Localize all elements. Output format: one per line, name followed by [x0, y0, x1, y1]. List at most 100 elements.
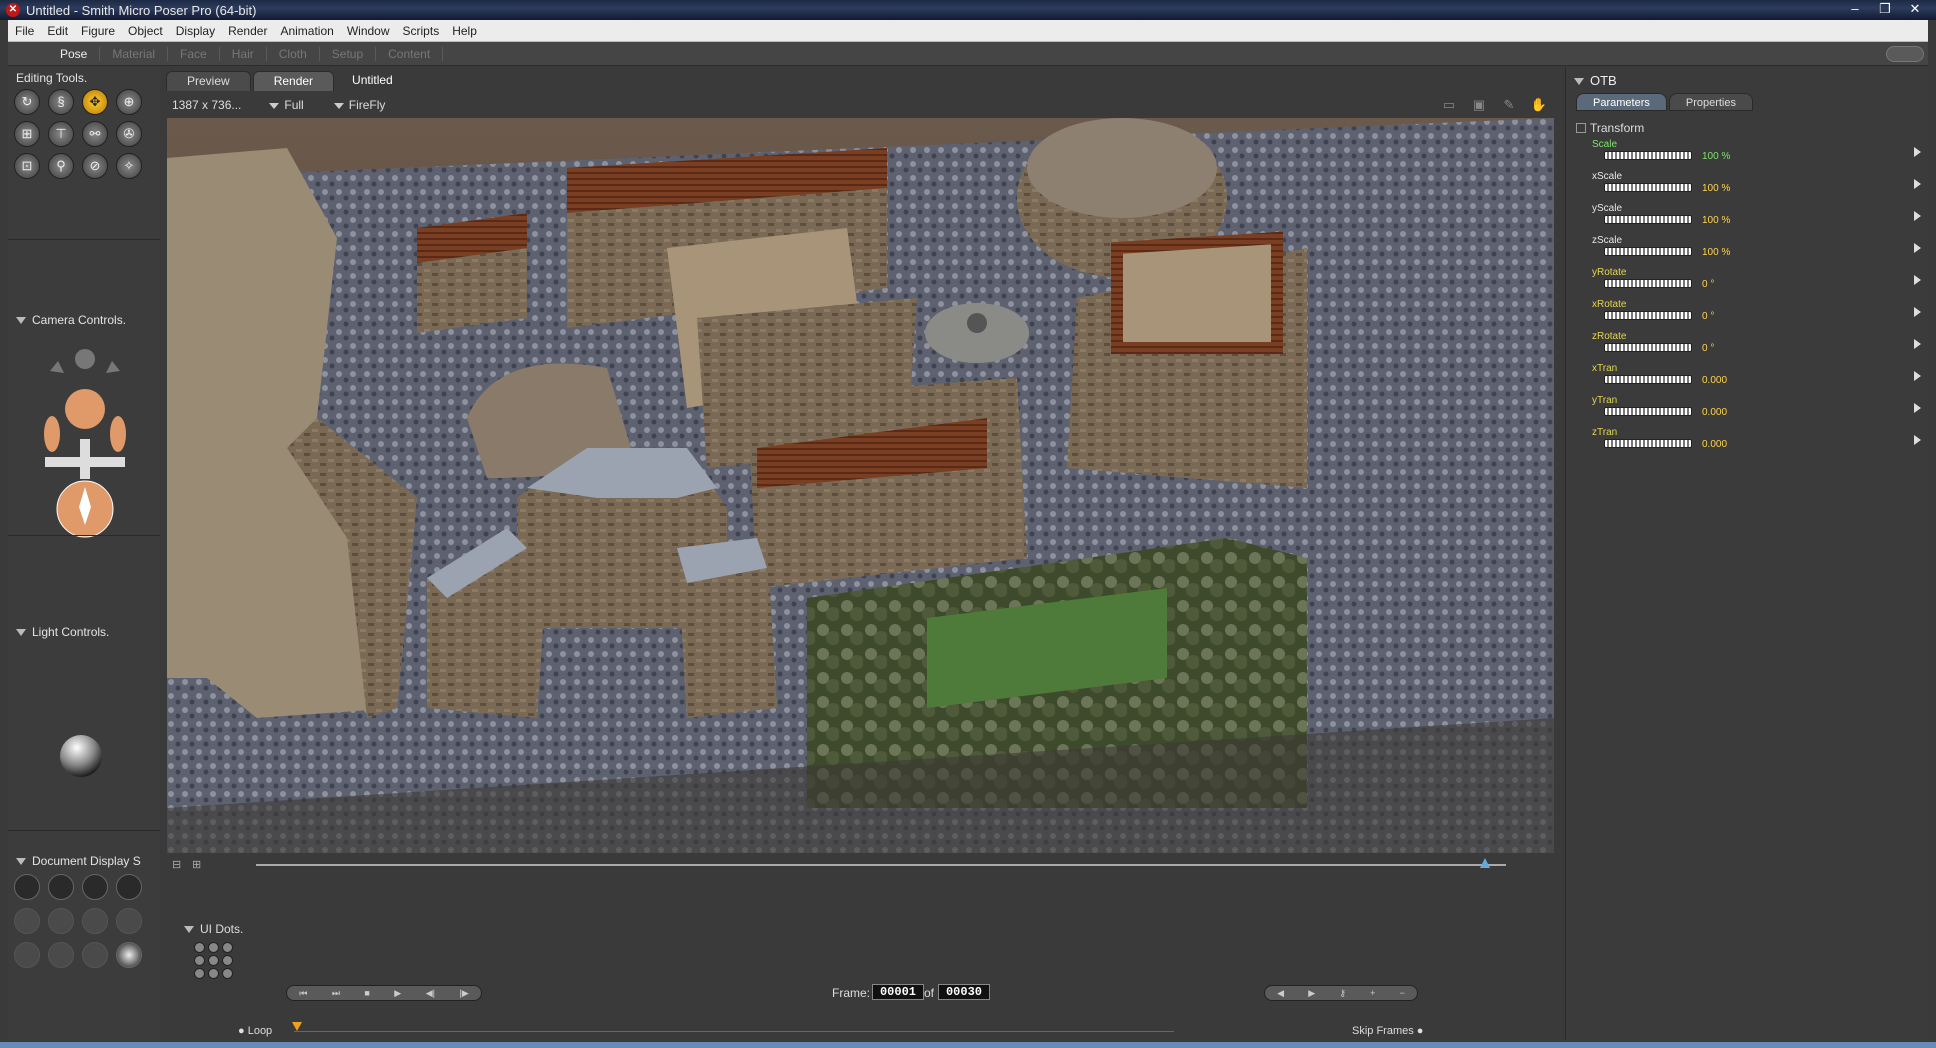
stop-icon[interactable]: ■ — [364, 988, 369, 998]
camera-controls-heading[interactable]: Camera Controls. — [16, 313, 126, 327]
ui-dot[interactable] — [222, 968, 233, 979]
view-magnifier-icon[interactable]: ⚲ — [48, 153, 74, 179]
ui-dots-heading[interactable]: UI Dots. — [184, 922, 243, 936]
flat-lined-style-icon[interactable] — [82, 908, 108, 934]
next-frame-icon[interactable]: |▶ — [459, 988, 468, 999]
param-menu-arrow-icon[interactable] — [1914, 339, 1921, 349]
transform-group[interactable]: Transform — [1576, 121, 1644, 135]
add-key-icon[interactable]: + — [1370, 988, 1375, 998]
tab-properties[interactable]: Properties — [1668, 93, 1753, 111]
light-sphere-icon[interactable] — [60, 735, 102, 777]
room-tab-hair[interactable]: Hair — [220, 46, 267, 61]
tab-render[interactable]: Render — [252, 71, 335, 91]
param-value[interactable]: 100 % — [1702, 247, 1730, 258]
param-value[interactable]: 100 % — [1702, 151, 1730, 162]
room-tab-face[interactable]: Face — [168, 46, 220, 61]
ui-dot[interactable] — [208, 942, 219, 953]
menu-animation[interactable]: Animation — [280, 24, 333, 38]
param-value[interactable]: 0.000 — [1702, 375, 1727, 386]
room-tab-material[interactable]: Material — [100, 46, 169, 61]
param-dial[interactable] — [1604, 311, 1692, 320]
param-value[interactable]: 0 ° — [1702, 311, 1714, 322]
param-menu-arrow-icon[interactable] — [1914, 243, 1921, 253]
param-menu-arrow-icon[interactable] — [1914, 275, 1921, 285]
last-frame-icon[interactable]: ⏭ — [332, 988, 340, 999]
param-menu-arrow-icon[interactable] — [1914, 307, 1921, 317]
color-icon[interactable]: ✇ — [116, 121, 142, 147]
param-value[interactable]: 0.000 — [1702, 407, 1727, 418]
ui-dot[interactable] — [208, 955, 219, 966]
param-dial[interactable] — [1604, 151, 1692, 160]
hidden-line-style-icon[interactable] — [116, 874, 142, 900]
smooth-shaded-style-icon[interactable] — [82, 942, 108, 968]
param-dial[interactable] — [1604, 183, 1692, 192]
param-dial[interactable] — [1604, 215, 1692, 224]
total-frames-field[interactable]: 00030 — [938, 984, 990, 1000]
prev-key-icon[interactable]: ◀ — [1277, 988, 1284, 999]
ui-dot[interactable] — [194, 955, 205, 966]
menu-edit[interactable]: Edit — [47, 24, 68, 38]
timeline-slider[interactable] — [294, 1031, 1174, 1032]
silhouette-style-icon[interactable] — [14, 874, 40, 900]
param-dial[interactable] — [1604, 343, 1692, 352]
translate-in-out-icon[interactable]: ⊕ — [116, 89, 142, 115]
param-dial[interactable] — [1604, 247, 1692, 256]
layout-icon[interactable]: ⊟ — [172, 858, 181, 871]
camera-controls-widget[interactable] — [30, 339, 140, 539]
grouping-icon[interactable]: ⊡ — [14, 153, 40, 179]
param-value[interactable]: 0 ° — [1702, 279, 1714, 290]
menu-file[interactable]: File — [15, 24, 34, 38]
outline-style-icon[interactable] — [48, 874, 74, 900]
current-frame-field[interactable]: 00001 — [872, 984, 924, 1000]
menu-object[interactable]: Object — [128, 24, 163, 38]
ui-dot[interactable] — [194, 968, 205, 979]
next-key-icon[interactable]: ▶ — [1308, 988, 1315, 999]
wireframe-style-icon[interactable] — [82, 874, 108, 900]
object-selector[interactable]: OTB — [1574, 73, 1617, 88]
twist-icon[interactable]: § — [48, 89, 74, 115]
param-menu-arrow-icon[interactable] — [1914, 371, 1921, 381]
smooth-lined-style-icon[interactable] — [48, 942, 74, 968]
ui-dot[interactable] — [222, 942, 233, 953]
cartoon-style-icon[interactable] — [116, 908, 142, 934]
texture-shaded-style-icon[interactable] — [116, 942, 142, 968]
menu-render[interactable]: Render — [228, 24, 267, 38]
param-dial[interactable] — [1604, 439, 1692, 448]
menu-help[interactable]: Help — [452, 24, 477, 38]
morphing-icon[interactable]: ⊘ — [82, 153, 108, 179]
render-area-dropdown[interactable]: Full — [269, 98, 304, 112]
param-value[interactable]: 100 % — [1702, 183, 1730, 194]
translate-icon[interactable]: ✥ — [82, 89, 108, 115]
tab-parameters[interactable]: Parameters — [1576, 93, 1667, 111]
prev-frame-icon[interactable]: ◀| — [426, 988, 435, 999]
scrub-handle[interactable] — [1480, 858, 1490, 868]
key-icon[interactable]: ⚷ — [1339, 988, 1346, 999]
loop-toggle[interactable]: ● Loop — [238, 1025, 272, 1037]
param-dial[interactable] — [1604, 279, 1692, 288]
param-menu-arrow-icon[interactable] — [1914, 435, 1921, 445]
menu-window[interactable]: Window — [347, 24, 390, 38]
param-menu-arrow-icon[interactable] — [1914, 211, 1921, 221]
shaded-style-icon[interactable] — [14, 942, 40, 968]
room-tab-setup[interactable]: Setup — [320, 46, 377, 61]
menu-scripts[interactable]: Scripts — [403, 24, 440, 38]
ui-dot[interactable] — [194, 942, 205, 953]
play-icon[interactable]: ▶ — [394, 988, 401, 999]
param-value[interactable]: 0 ° — [1702, 343, 1714, 354]
tab-preview[interactable]: Preview — [166, 71, 251, 91]
direct-manipulation-icon[interactable]: ✧ — [116, 153, 142, 179]
param-menu-arrow-icon[interactable] — [1914, 179, 1921, 189]
scale-icon[interactable]: ⊞ — [14, 121, 40, 147]
scrub-track[interactable] — [256, 864, 1506, 866]
document-display-heading[interactable]: Document Display S — [16, 854, 141, 868]
flat-shaded-style-icon[interactable] — [48, 908, 74, 934]
param-dial[interactable] — [1604, 375, 1692, 384]
minimize-button[interactable]: – — [1842, 0, 1868, 18]
skip-frames-toggle[interactable]: Skip Frames ● — [1352, 1025, 1423, 1037]
close-button[interactable]: ✕ — [1902, 0, 1928, 18]
help-toggle[interactable] — [1886, 46, 1924, 62]
room-tab-pose[interactable]: Pose — [48, 46, 101, 61]
layout-alt-icon[interactable]: ⊞ — [192, 858, 201, 871]
remove-key-icon[interactable]: − — [1400, 988, 1405, 998]
chain-break-icon[interactable]: ⚯ — [82, 121, 108, 147]
